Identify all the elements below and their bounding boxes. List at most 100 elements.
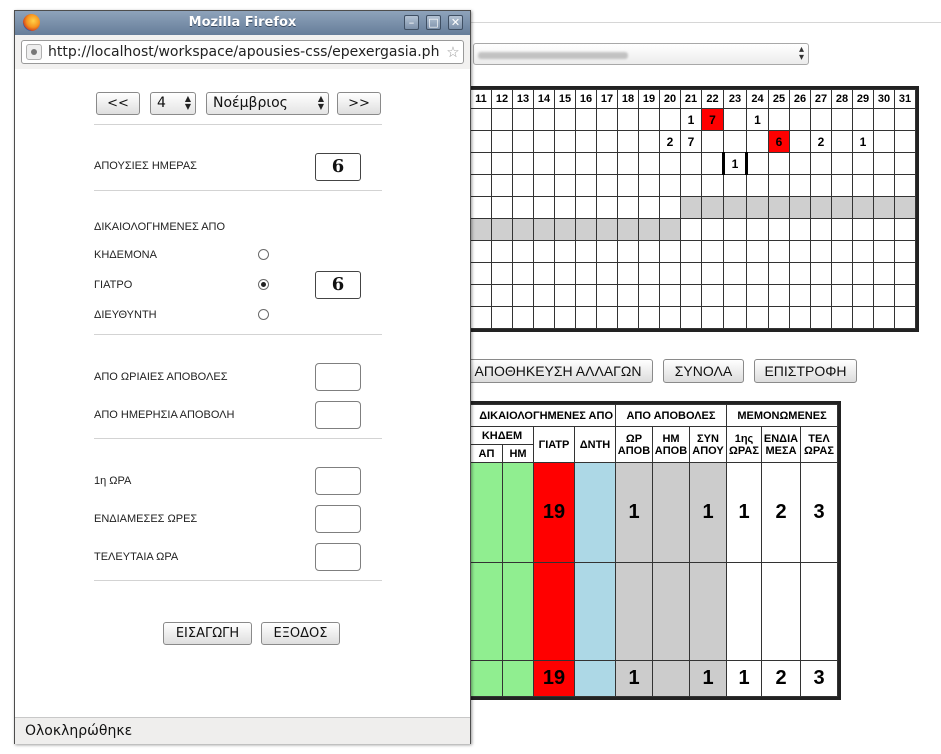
grid-cell[interactable] [575,108,597,131]
grid-cell[interactable] [659,174,681,197]
grid-cell[interactable] [512,152,534,175]
last-hour-input[interactable] [315,543,361,571]
grid-cell[interactable] [512,240,534,263]
grid-cell[interactable] [470,152,492,175]
grid-cell[interactable] [852,306,874,329]
grid-cell[interactable] [638,218,660,241]
grid-cell[interactable] [680,174,702,197]
grid-cell[interactable]: 2 [810,130,832,153]
grid-cell[interactable] [831,108,853,131]
grid-cell[interactable] [596,152,618,175]
grid-cell[interactable] [554,108,576,131]
grid-cell[interactable] [638,152,660,175]
grid-cell[interactable] [831,284,853,307]
grid-cell[interactable] [554,174,576,197]
grid-cell[interactable] [723,306,747,329]
grid-cell[interactable] [680,240,702,263]
grid-cell[interactable] [852,284,874,307]
grid-cell[interactable] [533,130,555,153]
grid-cell[interactable] [746,262,769,285]
grid-cell[interactable] [533,152,555,175]
grid-cell[interactable] [617,196,639,219]
grid-cell[interactable] [746,218,769,241]
grid-cell[interactable] [723,130,747,153]
grid-cell[interactable] [659,218,681,241]
grid-cell[interactable] [810,240,832,263]
grid-cell[interactable] [701,284,724,307]
grid-cell[interactable] [768,262,790,285]
grid-cell[interactable]: 7 [680,130,702,153]
grid-cell[interactable] [533,108,555,131]
grid-cell[interactable] [789,284,811,307]
grid-cell[interactable] [873,108,895,131]
grid-cell[interactable] [659,306,681,329]
grid-cell[interactable] [470,174,492,197]
grid-cell[interactable] [810,108,832,131]
close-icon[interactable]: ✕ [448,15,463,30]
grid-cell[interactable] [554,218,576,241]
guardian-radio[interactable] [258,249,269,260]
grid-cell[interactable]: 1 [852,130,874,153]
grid-cell[interactable] [701,262,724,285]
maximize-icon[interactable]: □ [426,15,441,30]
grid-cell[interactable] [746,152,769,175]
grid-cell[interactable] [701,174,724,197]
grid-cell[interactable] [873,130,895,153]
grid-cell[interactable] [596,218,618,241]
grid-cell[interactable] [746,240,769,263]
grid-cell[interactable] [491,306,513,329]
grid-cell[interactable] [554,196,576,219]
grid-cell[interactable] [659,240,681,263]
grid-cell[interactable] [789,306,811,329]
grid-cell[interactable] [638,240,660,263]
grid-cell[interactable]: 1 [746,108,769,131]
doctor-radio[interactable] [258,279,269,290]
title-bar[interactable]: Mozilla Firefox – □ ✕ [15,11,470,35]
grid-cell[interactable] [701,240,724,263]
grid-cell[interactable] [852,152,874,175]
grid-cell[interactable] [512,174,534,197]
grid-cell[interactable] [491,152,513,175]
grid-cell[interactable] [512,108,534,131]
grid-cell[interactable] [617,108,639,131]
grid-cell[interactable] [768,108,790,131]
grid-cell[interactable] [873,284,895,307]
grid-cell[interactable] [596,174,618,197]
grid-cell[interactable] [894,152,916,175]
grid-cell[interactable] [789,196,811,219]
grid-cell[interactable] [894,306,916,329]
grid-cell[interactable] [491,130,513,153]
grid-cell[interactable] [617,174,639,197]
grid-cell[interactable]: 7 [701,108,724,131]
grid-cell[interactable] [701,130,724,153]
bookmark-star-icon[interactable]: ☆ [445,41,461,63]
grid-cell[interactable] [894,196,916,219]
grid-cell[interactable] [596,262,618,285]
grid-cell[interactable] [680,262,702,285]
grid-cell[interactable] [470,196,492,219]
grid-cell[interactable] [596,284,618,307]
grid-cell[interactable] [746,174,769,197]
grid-cell[interactable] [680,306,702,329]
grid-cell[interactable] [659,262,681,285]
grid-cell[interactable] [659,284,681,307]
grid-cell[interactable] [789,262,811,285]
grid-cell[interactable] [789,240,811,263]
grid-cell[interactable] [894,108,916,131]
grid-cell[interactable] [852,240,874,263]
grid-cell[interactable] [768,196,790,219]
grid-cell[interactable] [701,152,724,175]
grid-cell[interactable] [617,130,639,153]
grid-cell[interactable] [512,218,534,241]
grid-cell[interactable] [575,130,597,153]
minimize-icon[interactable]: – [404,15,419,30]
grid-cell[interactable] [470,130,492,153]
grid-cell[interactable] [894,240,916,263]
grid-cell[interactable] [575,306,597,329]
student-select[interactable]: ▴ ▾ [473,43,809,65]
grid-cell[interactable] [873,152,895,175]
grid-cell[interactable] [723,174,747,197]
grid-cell[interactable] [768,240,790,263]
grid-cell[interactable] [701,196,724,219]
grid-cell[interactable] [470,240,492,263]
